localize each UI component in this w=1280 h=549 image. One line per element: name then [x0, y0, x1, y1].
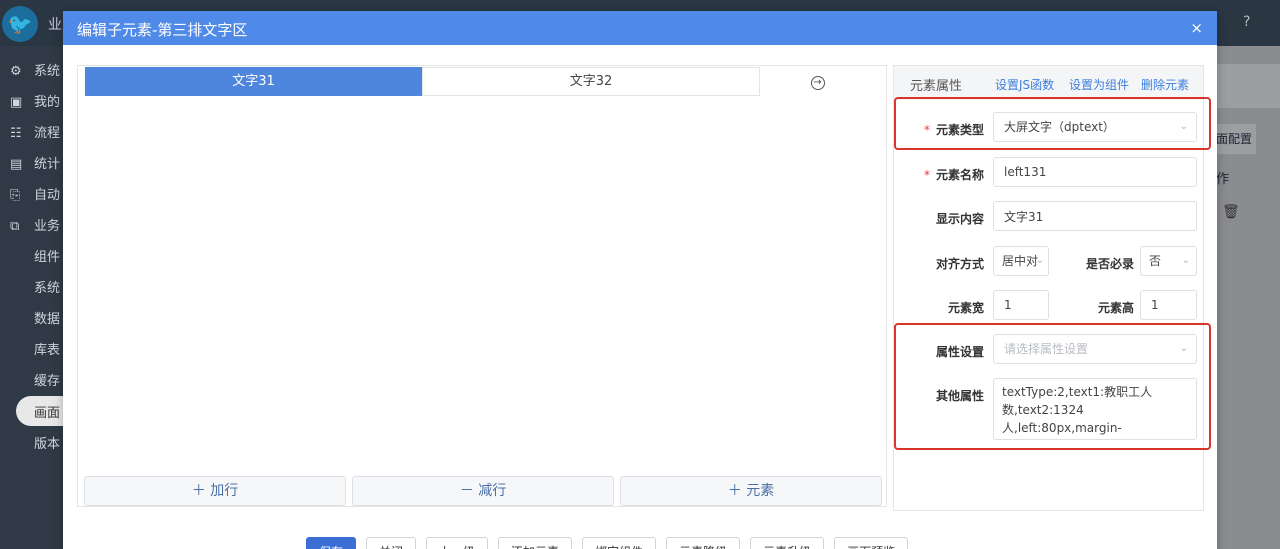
highlight-box-attributes [894, 323, 1211, 450]
highlight-box-element-type [894, 97, 1211, 150]
sidebar-subitem[interactable]: 组件 [34, 246, 60, 265]
arrow-right-circle-icon[interactable]: → [760, 67, 875, 96]
chevron-down-icon: ⌄ [1181, 255, 1190, 266]
element-height-input[interactable] [1140, 290, 1197, 320]
properties-title: 元素属性 [910, 79, 963, 94]
page-preview-button[interactable]: 画面预览 [834, 537, 909, 549]
sidebar-item-flow[interactable]: ☷ 流程 [10, 122, 60, 141]
sidebar-subitem-active[interactable]: 画面 [34, 402, 60, 421]
table-column-header: 作 [1216, 172, 1230, 187]
required-select[interactable]: 否 ⌄ [1140, 246, 1197, 276]
sidebar-item-label: 流程 [34, 126, 61, 141]
tab-text31[interactable]: 文字31 [85, 67, 422, 96]
add-element-button[interactable]: ＋ 元素 [620, 476, 882, 506]
set-as-component-link[interactable]: 设置为组件 [1069, 76, 1129, 93]
delete-element-link[interactable]: 删除元素 [1141, 76, 1189, 93]
trash-icon[interactable]: 🗑 [1222, 204, 1240, 220]
element-width-input[interactable] [993, 290, 1049, 320]
sidebar-item-label: 统计 [34, 157, 61, 172]
required-value: 否 [1149, 254, 1162, 268]
sidebar-item-label: 我的 [34, 95, 61, 110]
align-label: 对齐方式 [935, 257, 984, 271]
sidebar-item-label: 系统 [34, 64, 61, 79]
set-js-function-link[interactable]: 设置JS函数 [995, 76, 1054, 93]
sidebar-item-business[interactable]: ⧉ 业务 [10, 215, 60, 234]
element-width-label: 元素宽 [947, 301, 984, 315]
bind-component-button[interactable]: 绑定组件 [582, 537, 657, 549]
app-right-panel [1216, 64, 1280, 108]
dialog-footer-buttons: 保存 关闭 上一级 添加元素 绑定组件 元素降级 元素升级 画面预览 [306, 537, 909, 549]
element-promote-button[interactable]: 元素升级 [750, 537, 825, 549]
tab-text32[interactable]: 文字32 [422, 67, 760, 96]
chart-icon: ▤ [10, 157, 23, 172]
chevron-down-icon: ⌄ [1035, 255, 1044, 266]
arrow-right-glyph: → [810, 76, 825, 90]
display-content-label: 显示内容 [935, 212, 984, 226]
dialog-title: 编辑子元素-第三排文字区 [77, 21, 248, 39]
properties-header: 元素属性 设置JS函数 设置为组件 删除元素 [894, 66, 1203, 100]
element-name-label-text: 元素名称 [935, 168, 984, 182]
layout-canvas: 文字31 文字32 → ＋ 加行 － 减行 ＋ 元素 [77, 65, 887, 507]
align-value: 居中对 [1002, 254, 1039, 268]
sidebar-subitem[interactable]: 缓存 [34, 370, 60, 389]
auto-icon: ⎘ [10, 188, 21, 203]
edit-child-element-dialog: 编辑子元素-第三排文字区 × 文字31 文字32 → ＋ 加行 － 减行 ＋ 元… [63, 11, 1217, 549]
element-properties-panel: 元素属性 设置JS函数 设置为组件 删除元素 * 元素类型 大屏文字（dptext… [893, 65, 1211, 511]
display-content-input[interactable] [993, 201, 1197, 231]
required-marker: * [923, 168, 930, 182]
sidebar-subitem[interactable]: 系统 [34, 277, 60, 296]
element-name-input[interactable] [993, 157, 1197, 187]
close-button[interactable]: 关闭 [366, 537, 417, 549]
sidebar-item-label: 自动 [34, 188, 61, 203]
element-name-label: * 元素名称 [904, 166, 984, 183]
close-icon[interactable]: × [1190, 19, 1203, 37]
sidebar-item-system[interactable]: ⚙ 系统 [10, 60, 60, 79]
save-button[interactable]: 保存 [306, 537, 357, 549]
canvas-button-row: ＋ 加行 － 减行 ＋ 元素 [84, 476, 884, 506]
element-height-label: 元素高 [1097, 301, 1134, 315]
dialog-header: 编辑子元素-第三排文字区 × [63, 11, 1217, 45]
element-demote-button[interactable]: 元素降级 [666, 537, 741, 549]
app-title: 业 [48, 17, 62, 33]
business-icon: ⧉ [10, 219, 20, 234]
element-tabs: 文字31 文字32 → [85, 67, 875, 97]
sidebar-subitem[interactable]: 数据 [34, 308, 60, 327]
parent-level-button[interactable]: 上一级 [426, 537, 489, 549]
add-row-button[interactable]: ＋ 加行 [84, 476, 346, 506]
sidebar-item-auto[interactable]: ⎘ 自动 [10, 184, 60, 203]
align-select[interactable]: 居中对 ⌄ [993, 246, 1049, 276]
bird-logo-icon: 🐦 [2, 6, 38, 42]
inbox-icon: ▣ [10, 95, 23, 110]
gear-icon: ⚙ [10, 64, 22, 79]
required-label: 是否必录 [1085, 257, 1134, 271]
page-config-button[interactable]: 面配置 [1216, 124, 1256, 154]
app-sidebar: ⚙ 系统 ▣ 我的 ☷ 流程 ▤ 统计 ⎘ 自动 ⧉ 业务 组件 系统 数据 库表 缓存 画… [0, 46, 64, 549]
sidebar-subitem[interactable]: 库表 [34, 339, 60, 358]
sidebar-item-stats[interactable]: ▤ 统计 [10, 153, 60, 172]
add-element-footer-button[interactable]: 添加元素 [498, 537, 573, 549]
canvas-body[interactable] [85, 97, 881, 467]
sidebar-item-mine[interactable]: ▣ 我的 [10, 91, 60, 110]
flow-icon: ☷ [10, 126, 22, 141]
sidebar-item-label: 业务 [34, 219, 61, 234]
remove-row-button[interactable]: － 减行 [352, 476, 614, 506]
help-icon[interactable]: ? [1243, 14, 1250, 30]
sidebar-subitem[interactable]: 版本 [34, 433, 60, 452]
